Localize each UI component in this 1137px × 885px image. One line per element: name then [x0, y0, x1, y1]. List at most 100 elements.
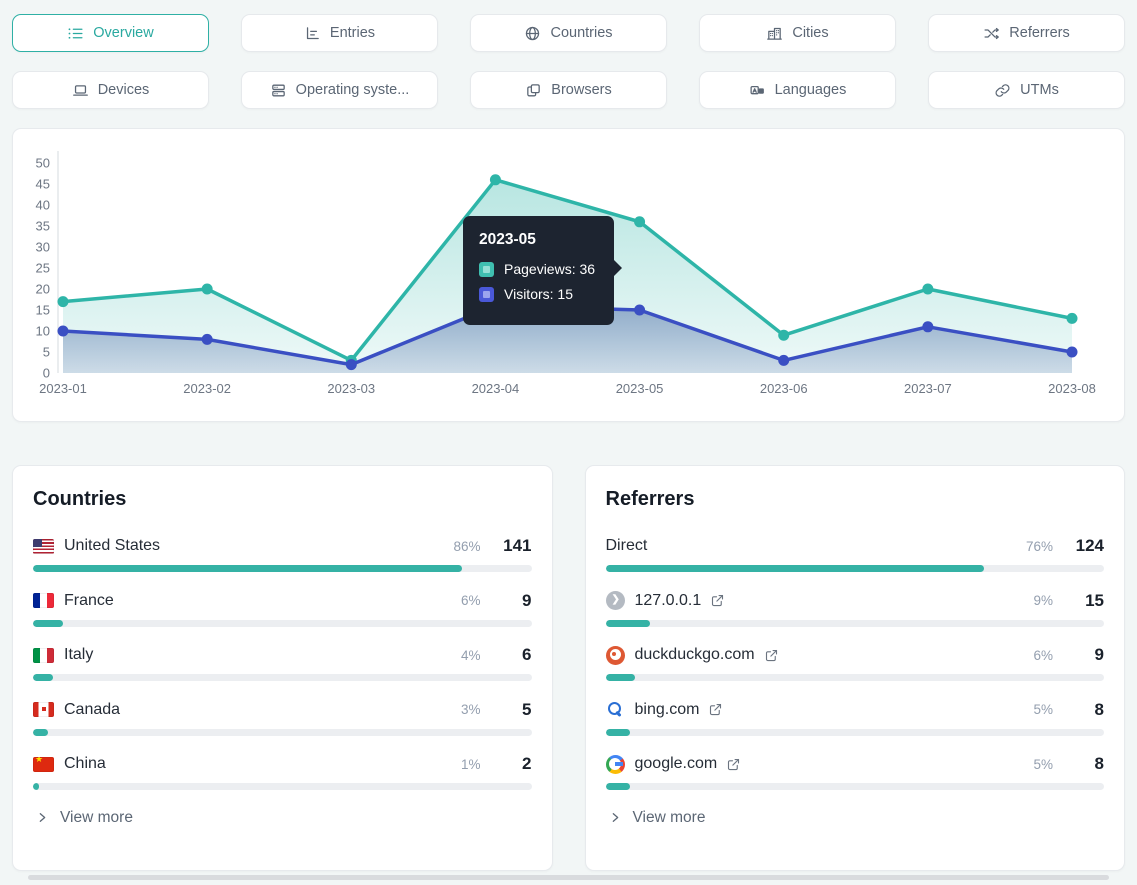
country-percent: 1% — [461, 757, 481, 772]
tooltip-visitors-value: Visitors: 15 — [504, 286, 573, 302]
referrer-count: 9 — [1070, 645, 1104, 665]
bottom-scroll-strip — [28, 875, 1109, 880]
tab-row-2: Devices Operating syste... Browsers Lang… — [12, 71, 1125, 109]
referrer-count: 8 — [1070, 754, 1104, 774]
svg-text:35: 35 — [36, 219, 50, 234]
referrer-count: 15 — [1070, 591, 1104, 611]
progress-fill — [33, 565, 462, 572]
tab-utms[interactable]: UTMs — [928, 71, 1125, 109]
translate-icon — [749, 82, 766, 99]
france-flag-icon — [33, 593, 54, 608]
svg-text:2023-07: 2023-07 — [904, 381, 952, 396]
tab-devices-label: Devices — [98, 82, 150, 98]
progress-fill — [606, 674, 636, 681]
referrer-name[interactable]: Direct — [606, 537, 648, 555]
progress-track — [33, 565, 532, 572]
progress-track — [606, 674, 1105, 681]
progress-track — [33, 729, 532, 736]
tab-overview-label: Overview — [93, 25, 153, 41]
progress-fill — [606, 565, 985, 572]
external-link-icon[interactable] — [726, 757, 741, 772]
tab-countries[interactable]: Countries — [470, 14, 667, 52]
tab-referrers-label: Referrers — [1009, 25, 1069, 41]
referrers-view-more-button[interactable]: View more — [606, 809, 1105, 827]
tab-browsers-label: Browsers — [551, 82, 611, 98]
windows-icon — [525, 82, 542, 99]
referrer-row-direct: Direct 76% 124 — [606, 536, 1105, 572]
referrer-count: 124 — [1070, 536, 1104, 556]
country-row-france: France 6% 9 — [33, 591, 532, 627]
globe-icon — [524, 25, 541, 42]
svg-text:10: 10 — [36, 324, 50, 339]
svg-text:20: 20 — [36, 282, 50, 297]
country-percent: 4% — [461, 648, 481, 663]
referrer-row-duckduckgo: duckduckgo.com 6% 9 — [606, 645, 1105, 681]
server-icon — [270, 82, 287, 99]
svg-text:2023-08: 2023-08 — [1048, 381, 1096, 396]
progress-track — [606, 565, 1105, 572]
progress-fill — [33, 783, 39, 790]
svg-text:50: 50 — [36, 156, 50, 171]
country-name[interactable]: Canada — [64, 701, 120, 719]
stats-cards-row: Countries United States 86% 141 France 6… — [12, 465, 1125, 871]
china-flag-icon — [33, 757, 54, 772]
google-favicon-icon — [606, 755, 625, 774]
referrer-name[interactable]: bing.com — [635, 701, 700, 719]
tooltip-pageviews-row: Pageviews: 36 — [479, 261, 598, 277]
traffic-chart-card: 051015202530354045502023-012023-022023-0… — [12, 128, 1125, 422]
tab-entries-label: Entries — [330, 25, 375, 41]
progress-track — [606, 783, 1105, 790]
country-name[interactable]: United States — [64, 537, 160, 555]
progress-track — [33, 674, 532, 681]
tab-languages[interactable]: Languages — [699, 71, 896, 109]
progress-fill — [606, 729, 631, 736]
country-name[interactable]: France — [64, 592, 114, 610]
country-name[interactable]: China — [64, 755, 106, 773]
tooltip-pageviews-value: Pageviews: 36 — [504, 261, 595, 277]
svg-text:2023-02: 2023-02 — [183, 381, 231, 396]
svg-text:2023-05: 2023-05 — [616, 381, 664, 396]
country-row-italy: Italy 4% 6 — [33, 645, 532, 681]
tab-overview[interactable]: Overview — [12, 14, 209, 52]
progress-track — [606, 729, 1105, 736]
referrer-name[interactable]: google.com — [635, 755, 718, 773]
referrer-row-bing: bing.com 5% 8 — [606, 700, 1105, 736]
referrers-card-title: Referrers — [606, 488, 1105, 511]
tooltip-visitors-row: Visitors: 15 — [479, 286, 598, 302]
referrer-name[interactable]: 127.0.0.1 — [635, 592, 702, 610]
countries-card: Countries United States 86% 141 France 6… — [12, 465, 553, 871]
bar-chart-icon — [304, 25, 321, 42]
external-link-icon[interactable] — [710, 593, 725, 608]
tab-devices[interactable]: Devices — [12, 71, 209, 109]
country-name[interactable]: Italy — [64, 646, 93, 664]
tab-countries-label: Countries — [550, 25, 612, 41]
svg-text:5: 5 — [43, 345, 50, 360]
progress-track — [33, 783, 532, 790]
progress-fill — [33, 620, 63, 627]
chevron-right-icon — [36, 811, 49, 824]
svg-text:30: 30 — [36, 240, 50, 255]
tab-operating-systems[interactable]: Operating syste... — [241, 71, 438, 109]
shuffle-icon — [983, 25, 1000, 42]
tab-cities[interactable]: Cities — [699, 14, 896, 52]
referrer-name[interactable]: duckduckgo.com — [635, 646, 755, 664]
external-link-icon[interactable] — [764, 648, 779, 663]
tab-referrers[interactable]: Referrers — [928, 14, 1125, 52]
bing-favicon-icon — [606, 700, 625, 719]
svg-text:0: 0 — [43, 366, 50, 381]
country-percent: 6% — [461, 593, 481, 608]
svg-text:45: 45 — [36, 177, 50, 192]
countries-view-more-button[interactable]: View more — [33, 809, 532, 827]
tab-browsers[interactable]: Browsers — [470, 71, 667, 109]
tooltip-date: 2023-05 — [479, 231, 598, 249]
external-link-icon[interactable] — [708, 702, 723, 717]
country-percent: 3% — [461, 702, 481, 717]
link-icon — [994, 82, 1011, 99]
tab-cities-label: Cities — [792, 25, 828, 41]
progress-fill — [606, 620, 651, 627]
view-more-label: View more — [60, 809, 133, 827]
tab-entries[interactable]: Entries — [241, 14, 438, 52]
referrer-percent: 76% — [1026, 539, 1053, 554]
view-more-label: View more — [633, 809, 706, 827]
visitors-legend-swatch — [479, 287, 494, 302]
